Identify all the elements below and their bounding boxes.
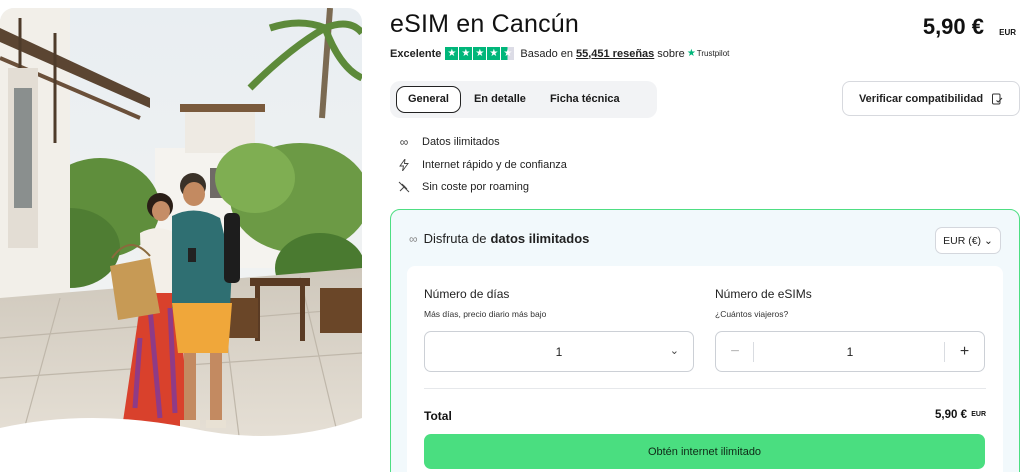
trustpilot-logo: Trustpilot — [696, 49, 730, 58]
days-label: Número de días — [424, 287, 510, 301]
infinity-icon: ∞ — [399, 135, 409, 150]
total-value: 5,90 € — [935, 409, 967, 421]
star-icon: ★ — [487, 47, 501, 60]
total-label: Total — [424, 409, 452, 423]
star-icon: ★ — [459, 47, 473, 60]
plan-card: ∞ Disfruta de datos ilimitados EUR (€) ⌄… — [390, 209, 1020, 472]
plan-heading-bold: datos ilimitados — [490, 231, 590, 246]
price-currency: EUR — [999, 28, 1016, 37]
star-icon: ★ — [473, 47, 487, 60]
days-hint: Más días, precio diario más bajo — [424, 309, 547, 319]
feature-item: ∞ Datos ilimitados — [396, 131, 567, 154]
product-title: eSIM en Cancún — [390, 10, 580, 38]
plan-heading-prefix: Disfruta de — [423, 231, 487, 246]
product-price: 5,90 € — [922, 14, 984, 39]
feature-label: Internet rápido y de confianza — [422, 158, 567, 171]
rating-based-on: Basado en — [520, 47, 573, 60]
days-select[interactable]: 1 ⌄ — [424, 331, 694, 372]
tab-general[interactable]: General — [396, 86, 461, 113]
chevron-down-icon: ⌄ — [984, 234, 993, 247]
no-roaming-icon — [396, 181, 412, 193]
get-internet-button[interactable]: Obtén internet ilimitado — [424, 434, 985, 469]
trustpilot-rating[interactable]: Excelente ★ ★ ★ ★ ★ Basado en 55,451 res… — [390, 47, 729, 60]
phone-check-icon — [992, 93, 1003, 104]
bolt-icon — [396, 158, 412, 171]
product-tabs: General En detalle Ficha técnica — [390, 81, 657, 118]
hero-photo — [0, 8, 362, 444]
trustpilot-star-icon: ★ — [686, 48, 696, 59]
days-select-value: 1 — [555, 344, 563, 359]
star-icon: ★ — [445, 47, 459, 60]
half-star-icon: ★ — [501, 47, 515, 60]
chevron-down-icon: ⌄ — [669, 345, 679, 357]
plan-options: Número de días Más días, precio diario m… — [407, 266, 1003, 472]
feature-item: Internet rápido y de confianza — [396, 154, 567, 177]
feature-item: Sin coste por roaming — [396, 176, 567, 199]
divider — [424, 388, 986, 389]
currency-select[interactable]: EUR (€) ⌄ — [935, 227, 1001, 254]
rating-label: Excelente — [390, 47, 442, 60]
feature-list: ∞ Datos ilimitados Internet rápido y de … — [396, 131, 567, 199]
decrement-button[interactable]: − — [716, 332, 754, 371]
total-currency: EUR — [971, 411, 986, 418]
verify-compatibility-button[interactable]: Verificar compatibilidad — [842, 81, 1020, 116]
feature-label: Sin coste por roaming — [422, 181, 529, 194]
increment-button[interactable]: + — [945, 332, 984, 371]
rating-stars: ★ ★ ★ ★ ★ — [445, 47, 515, 60]
feature-label: Datos ilimitados — [422, 136, 500, 149]
tab-ficha-tecnica[interactable]: Ficha técnica — [539, 86, 631, 113]
plan-heading: ∞ Disfruta de datos ilimitados — [409, 231, 589, 246]
esims-value[interactable]: 1 — [756, 332, 944, 371]
esims-label: Número de eSIMs — [715, 287, 812, 301]
currency-select-value: EUR (€) — [943, 234, 982, 247]
infinity-icon: ∞ — [409, 231, 418, 246]
verify-compatibility-label: Verificar compatibilidad — [858, 92, 984, 105]
tab-en-detalle[interactable]: En detalle — [463, 86, 537, 113]
rating-source-prefix: sobre — [657, 47, 685, 60]
reviews-link[interactable]: 55,451 reseñas — [576, 48, 654, 60]
stepper-divider — [753, 342, 754, 362]
esims-hint: ¿Cuántos viajeros? — [715, 309, 789, 319]
esims-stepper[interactable]: − 1 + — [715, 331, 985, 372]
